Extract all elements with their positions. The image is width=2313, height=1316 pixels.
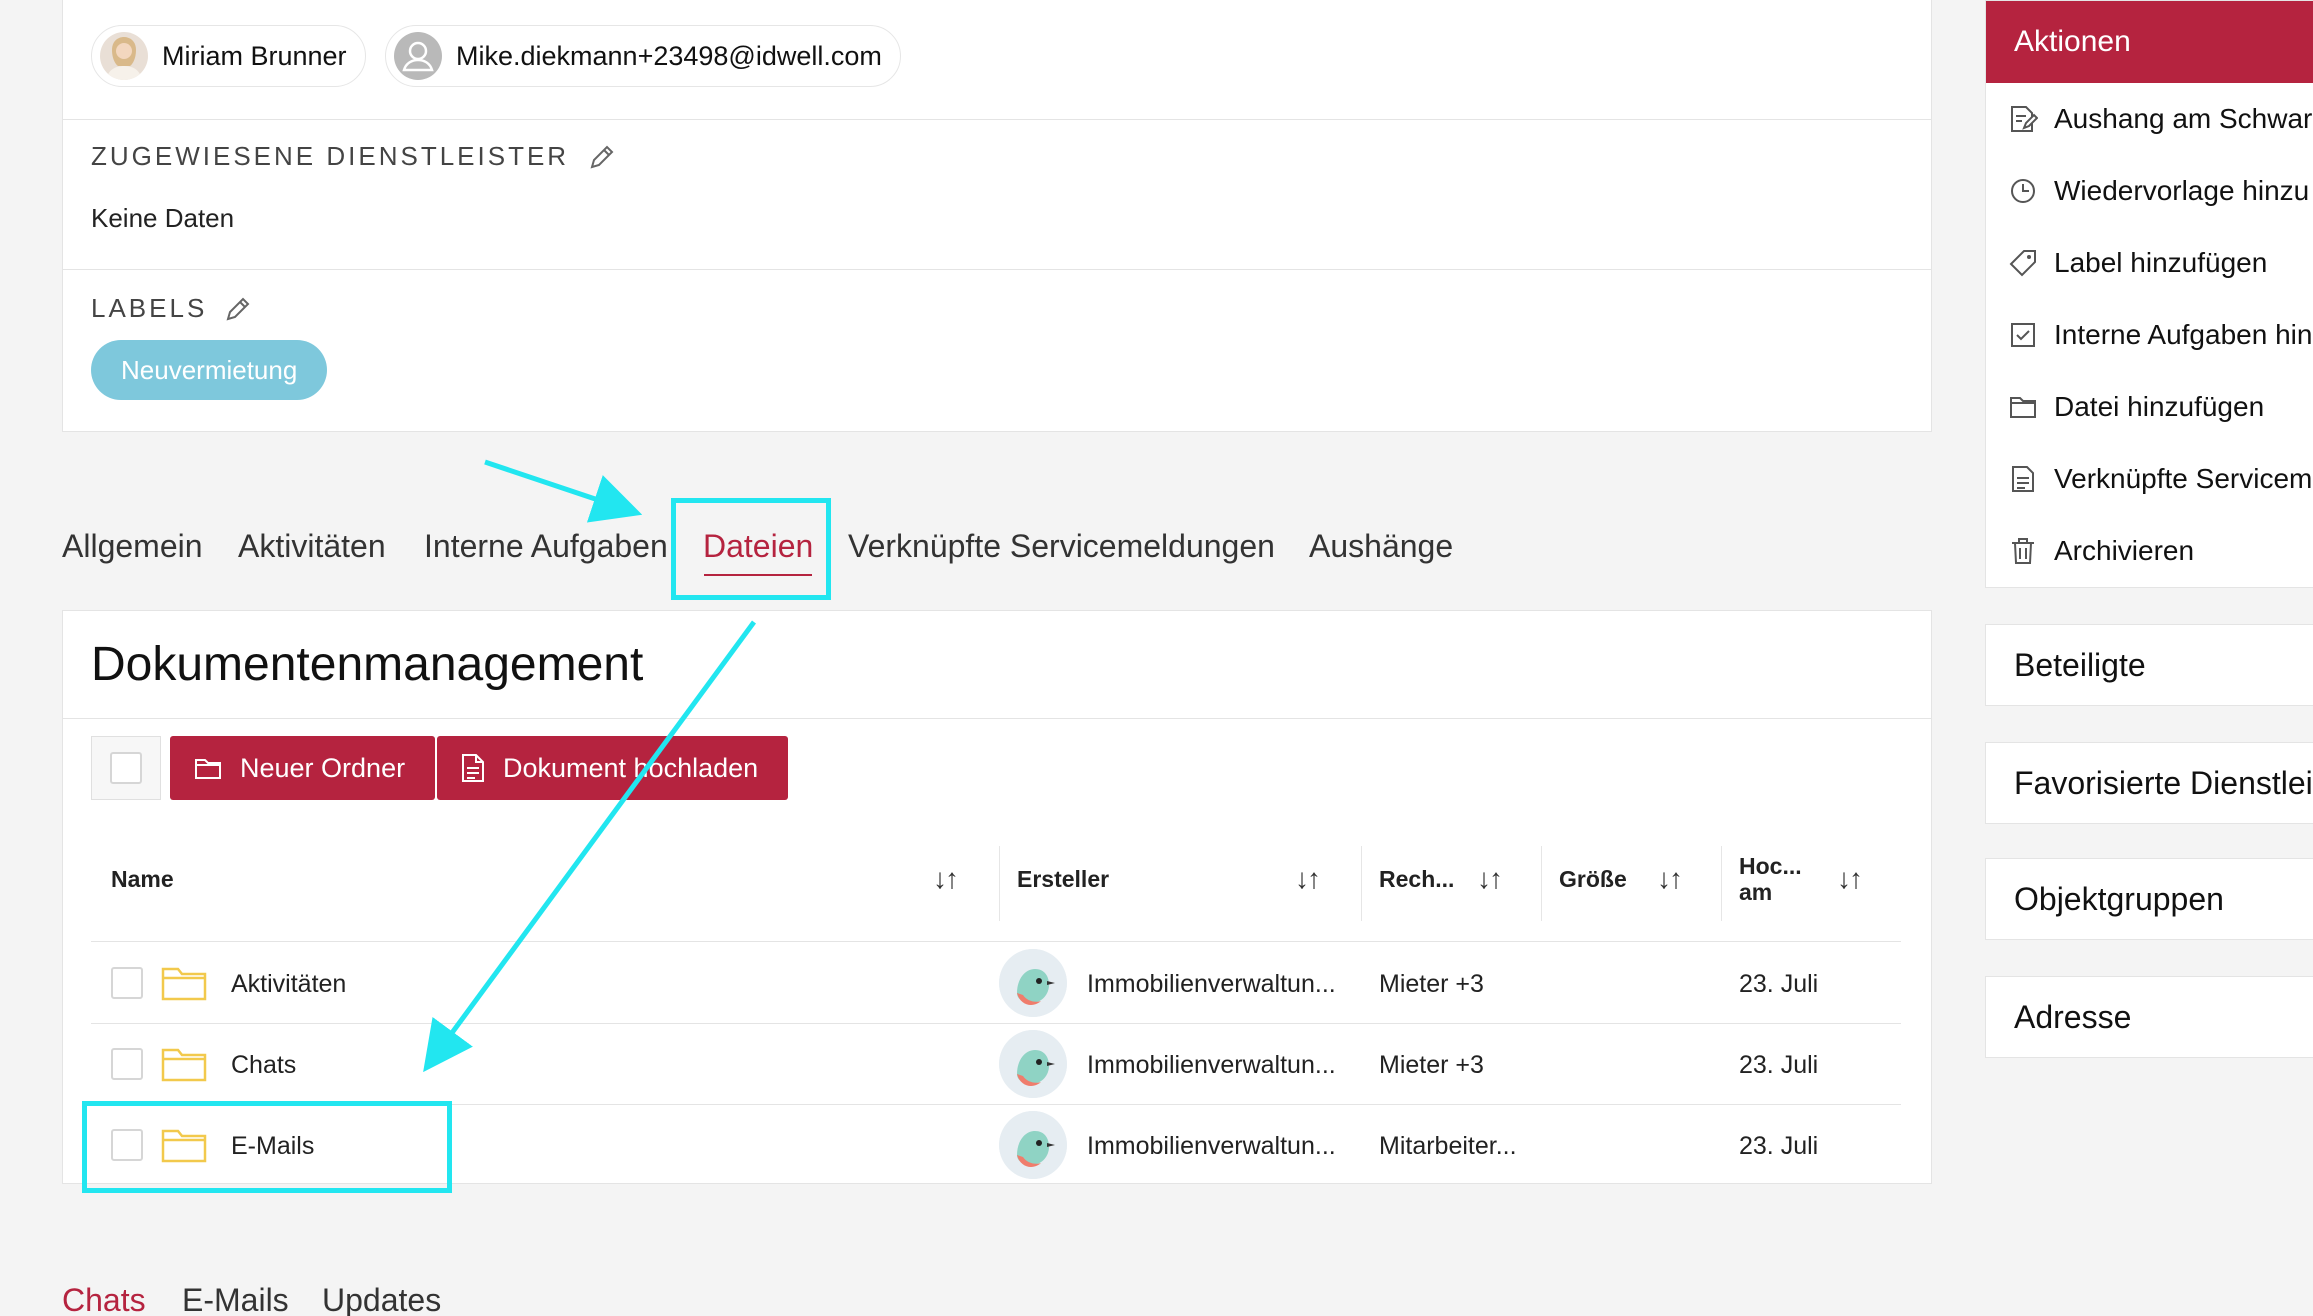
divider [91,941,1901,942]
column-divider [1361,846,1362,921]
document-icon [2012,466,2034,492]
divider [63,119,1931,120]
row-name[interactable]: Chats [231,1051,296,1080]
document-icon [462,754,484,782]
section-participants[interactable]: Beteiligte [1985,624,2313,706]
arrow-to-tab [484,459,643,523]
actions-panel: Aktionen Aushang am Schwar Wiedervorlage… [1985,0,2313,588]
clock-icon [2011,179,2035,203]
sort-icon[interactable]: ↓↑ [1837,863,1863,895]
section-object-groups[interactable]: Objektgruppen [1985,858,2313,940]
trash-icon [2012,538,2034,564]
empty-text: Keine Daten [91,203,235,233]
highlight-emails-row [82,1101,452,1193]
labels-heading: Labels [91,293,253,324]
tab-verknuepfte-servicemeldungen[interactable]: Verknüpfte Servicemeldungen [848,528,1275,565]
row-date: 23. Juli [1739,970,1819,998]
section-favorite-providers[interactable]: Favorisierte Dienstlei [1985,742,2313,824]
service-providers-heading: Zugewiesene Dienstleister [91,141,617,172]
user-icon [394,32,442,80]
tag-icon [2009,250,2036,277]
tab-aushaenge[interactable]: Aushänge [1309,528,1453,565]
tab-interne-aufgaben[interactable]: Interne Aufgaben [424,528,668,565]
action-add-internal-task[interactable]: Interne Aufgaben hin [2008,319,2312,351]
folder-icon [195,759,221,779]
column-divider [1721,846,1722,921]
folder-icon [2010,397,2036,418]
documents-card: Dokumentenmanagement Neuer Ordner Dokume… [62,610,1932,1184]
row-rights: Mitarbeiter... [1379,1132,1517,1160]
avatar [999,1030,1067,1098]
row-creator: Immobilienverwaltun... [1087,1132,1336,1160]
row-creator: Immobilienverwaltun... [1087,970,1336,998]
row-date: 23. Juli [1739,1132,1819,1160]
column-divider [999,846,1000,921]
page-title: Dokumentenmanagement [91,638,644,691]
section-address[interactable]: Adresse [1985,976,2313,1058]
actions-title: Aktionen [1986,1,2313,83]
person-name: Miriam Brunner [162,40,347,71]
checkbox [110,752,142,784]
new-folder-button[interactable]: Neuer Ordner [170,736,436,800]
divider [63,269,1931,270]
divider [63,718,1931,719]
folder-icon [161,967,207,1001]
tab-allgemein[interactable]: Allgemein [62,528,203,565]
sort-icon[interactable]: ↓↑ [1295,863,1321,895]
row-checkbox[interactable] [111,967,143,999]
col-header-rights[interactable]: Rech... [1379,866,1454,893]
action-add-file[interactable]: Datei hinzufügen [2008,391,2264,423]
select-all-checkbox[interactable] [91,736,161,800]
pencil-icon[interactable] [223,294,253,324]
assignment-card: Miriam Brunner Mike.diekmann+23498@idwel… [62,0,1932,432]
row-rights: Mieter +3 [1379,1051,1484,1079]
tab-chats[interactable]: Chats [62,1282,146,1316]
checkbox-icon [2011,323,2035,347]
row-creator: Immobilienverwaltun... [1087,1051,1336,1079]
avatar [999,1111,1067,1179]
avatar [100,32,148,80]
row-name[interactable]: Aktivitäten [231,970,346,999]
edit-document-icon [2011,106,2038,132]
col-header-name[interactable]: Name [111,866,174,893]
upload-document-button[interactable]: Dokument hochladen [437,736,789,800]
sort-icon[interactable]: ↓↑ [1477,863,1503,895]
action-archive[interactable]: Archivieren [2008,535,2194,567]
person-name: Mike.diekmann+23498@idwell.com [456,40,882,71]
tab-updates[interactable]: Updates [322,1282,441,1316]
sort-icon[interactable]: ↓↑ [1657,863,1683,895]
pencil-icon[interactable] [587,142,617,172]
tab-aktivitaeten[interactable]: Aktivitäten [238,528,386,565]
row-rights: Mieter +3 [1379,970,1484,998]
folder-icon [161,1048,207,1082]
col-header-creator[interactable]: Ersteller [1017,866,1109,893]
label-badge[interactable]: Neuvermietung [91,340,328,400]
action-post-notice[interactable]: Aushang am Schwar [2008,103,2312,135]
row-checkbox[interactable] [111,1048,143,1080]
highlight-dateien-tab [671,498,831,600]
person-chip-miriam[interactable]: Miriam Brunner [91,25,366,87]
action-linked-service-reports[interactable]: Verknüpfte Servicem [2008,463,2312,495]
col-header-size[interactable]: Größe [1559,866,1627,893]
sort-icon[interactable]: ↓↑ [933,863,959,895]
row-date: 23. Juli [1739,1051,1819,1079]
column-divider [1541,846,1542,921]
person-chip-mike[interactable]: Mike.diekmann+23498@idwell.com [385,25,901,87]
action-add-reminder[interactable]: Wiedervorlage hinzu [2008,175,2309,207]
col-header-uploaded-at[interactable]: Hoc... am [1739,853,1802,905]
divider [91,1023,1901,1024]
avatar [999,949,1067,1017]
action-add-label[interactable]: Label hinzufügen [2008,247,2267,279]
tab-emails[interactable]: E-Mails [182,1282,289,1316]
